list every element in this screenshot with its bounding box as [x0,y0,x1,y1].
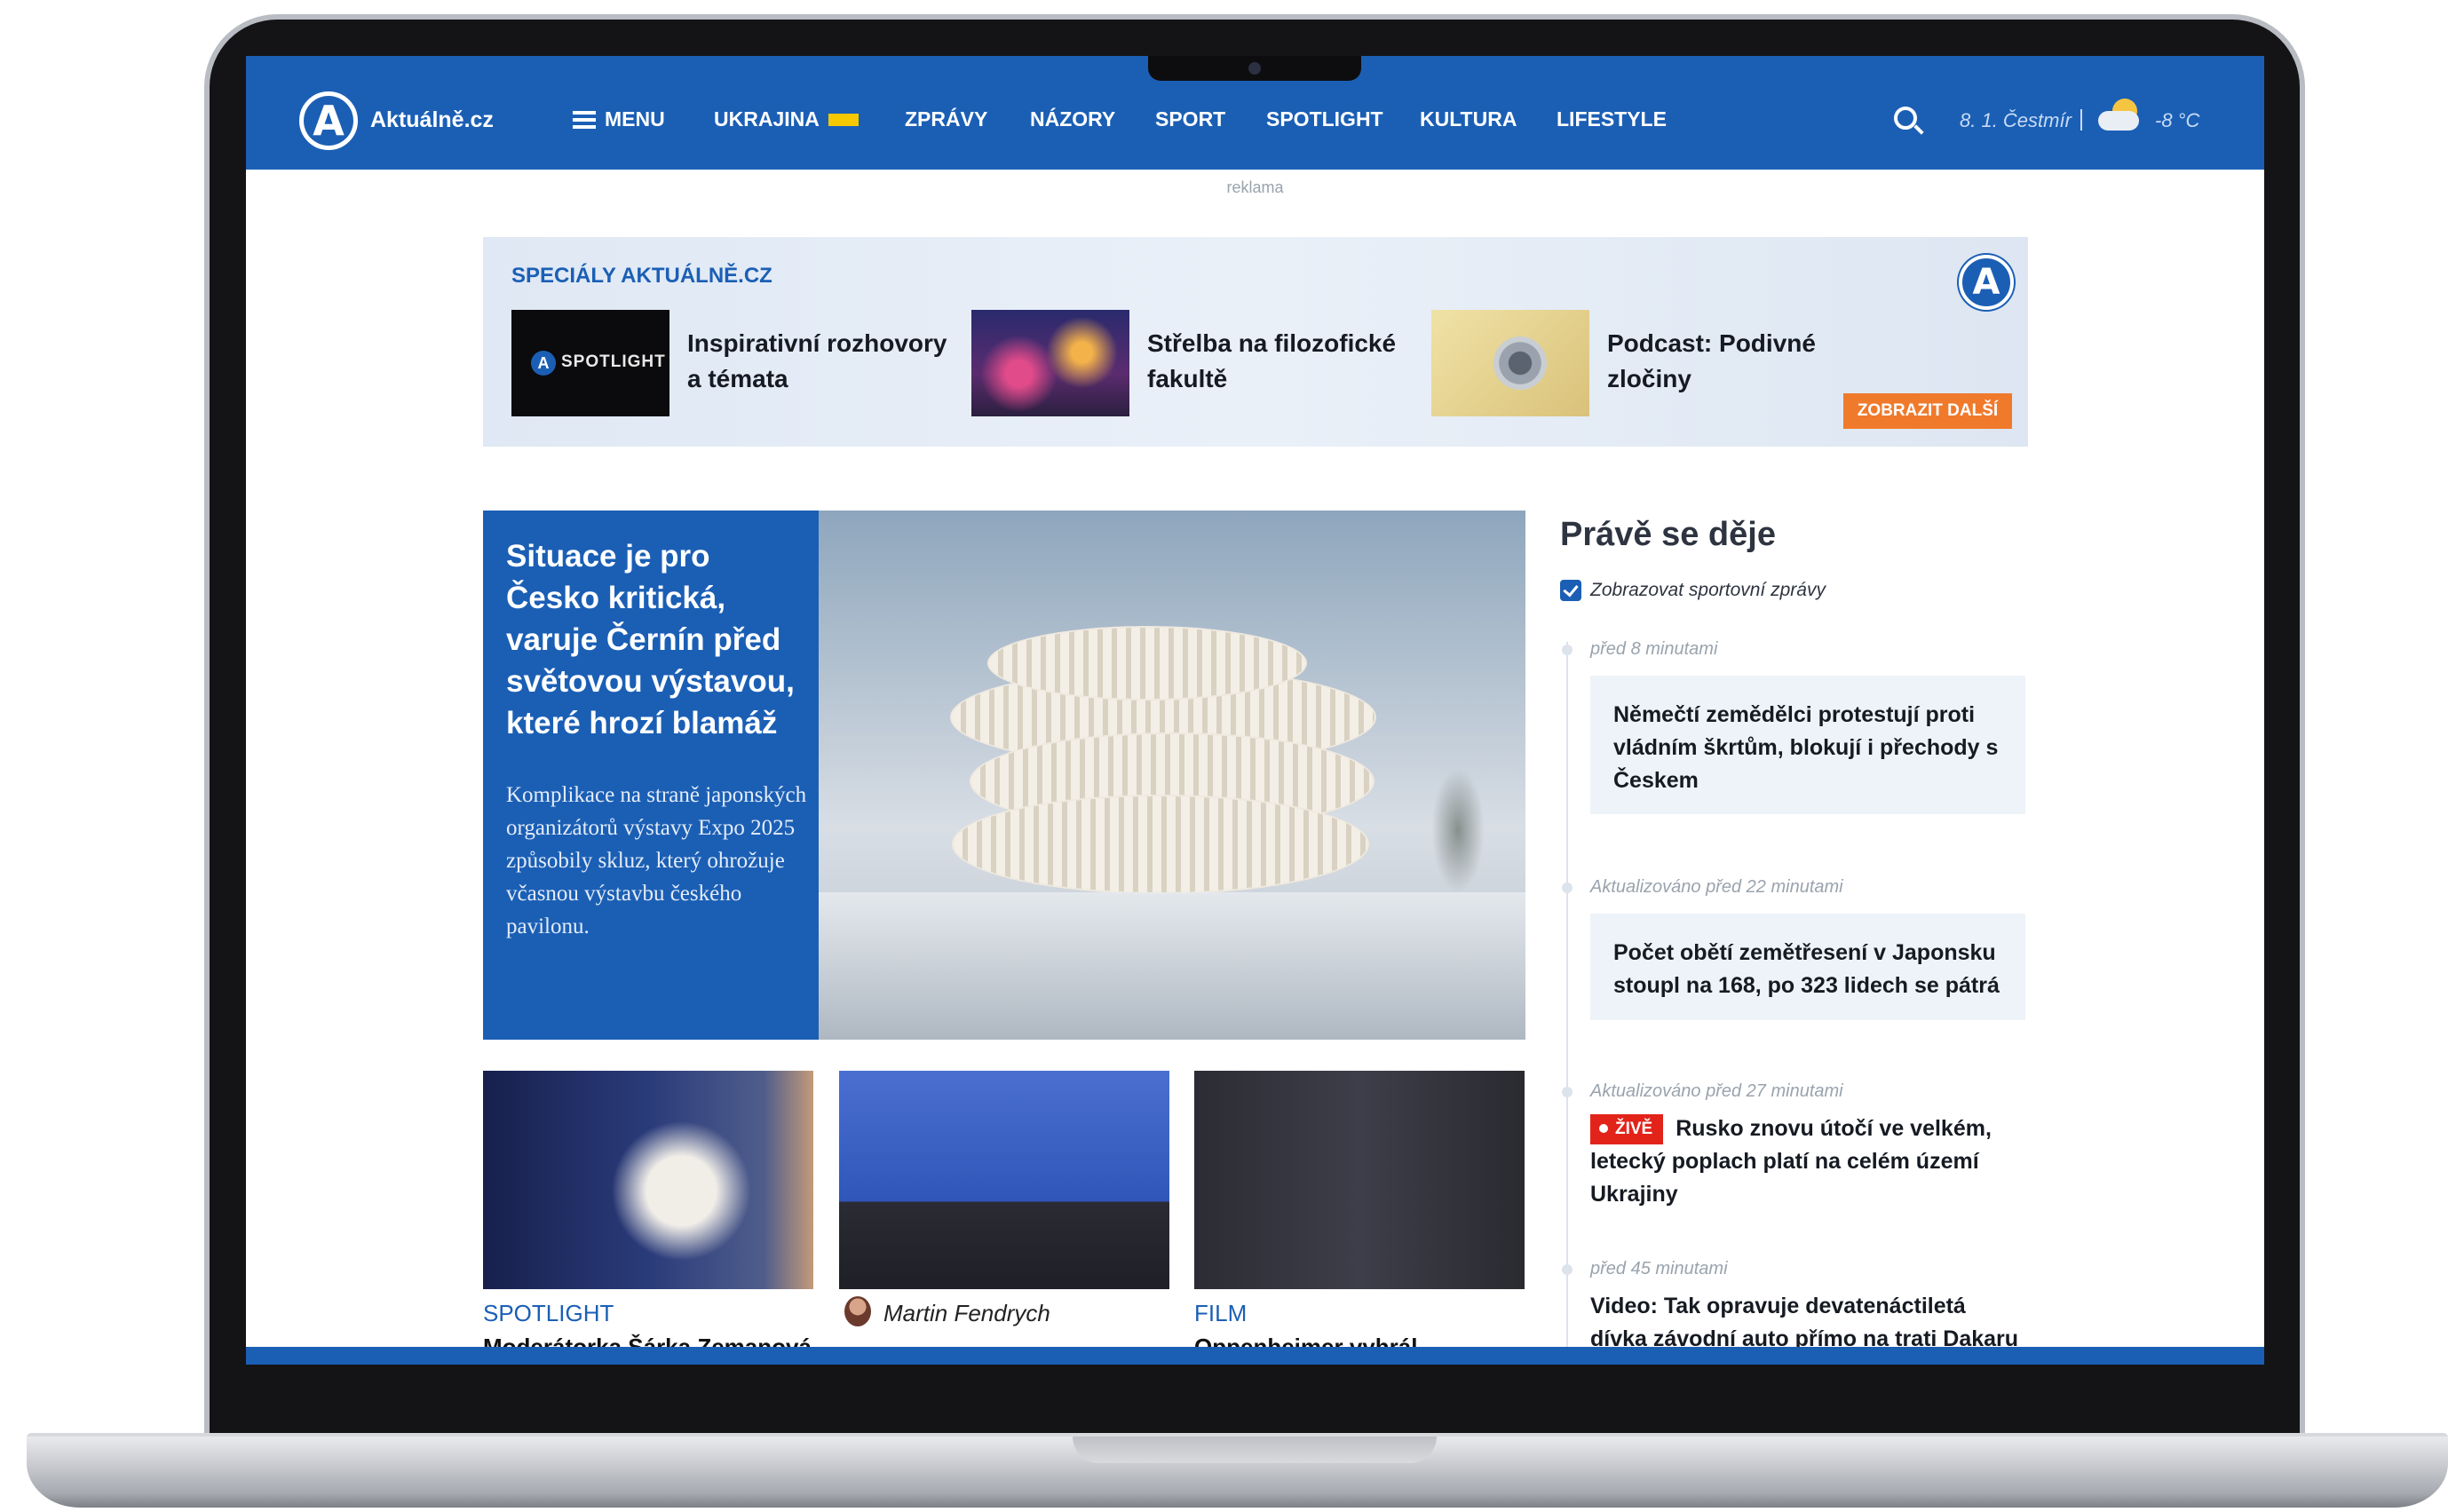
hamburger-icon [573,110,596,129]
spotlight-thumb-text: SPOTLIGHT [561,352,666,371]
nav-item-zpravy[interactable]: ZPRÁVY [905,107,987,131]
specials-box: SPECIÁLY AKTUÁLNĚ.CZ A A SPOTLIGHT Inspi… [483,237,2028,447]
feed-dot [1562,883,1573,893]
article-card[interactable]: Martin Fendrych [839,1071,1169,1326]
specials-title: SPECIÁLY AKTUÁLNĚ.CZ [511,264,772,288]
spotlight-logo-icon: A [531,351,556,376]
hero-image[interactable] [819,511,1525,1040]
live-label: ŽIVĚ [1615,1120,1653,1138]
card-image[interactable] [839,1071,1169,1289]
hero-title[interactable]: Situace je pro Česko kritická, varuje Če… [506,535,808,744]
feed-item-text[interactable]: Video: Tak opravuje devatenáctiletá dívk… [1590,1294,2018,1351]
author-avatar [844,1296,871,1326]
nav-item-lifestyle[interactable]: LIFESTYLE [1557,107,1667,131]
camera-lens-icon [1493,336,1547,390]
feed-dot [1562,645,1573,655]
hero-text-panel: Situace je pro Česko kritická, varuje Če… [483,511,819,1040]
site-logo-text[interactable]: Aktuálně.cz [370,107,494,133]
feed-time: před 45 minutami [1590,1259,1728,1278]
fog-reflection [819,892,1525,1040]
special-title: Inspirativní rozhovory a témata [687,329,947,392]
feed-item-text[interactable]: Počet obětí zemětřesení v Japonsku stoup… [1613,937,2013,1002]
site-logo-icon[interactable]: A [299,91,358,150]
date-nameday: 8. 1. Čestmír [1960,109,2072,131]
feed-item-text[interactable]: Němečtí zemědělci protestují proti vládn… [1613,699,2013,797]
nav-item-sport[interactable]: SPORT [1155,107,1225,131]
ad-label: reklama [1226,178,1284,196]
nav-separator [2080,109,2082,131]
hero-perex: Komplikace na straně japonských organizá… [506,783,807,938]
ukraine-flag-icon [828,113,859,126]
screen: A Aktuálně.cz MENU UKRAJINA ZPRÁVY NÁZOR… [246,56,2264,1365]
sport-news-checkbox-label[interactable]: Zobrazovat sportovní zprávy [1590,580,1826,601]
feed-time: před 8 minutami [1590,639,1718,659]
logo-letter: A [304,96,353,146]
feed-timeline [1566,642,1568,1365]
special-thumb [1431,310,1589,416]
bottom-bar [246,1347,2264,1365]
feed-item[interactable]: Počet obětí zemětřesení v Japonsku stoup… [1590,914,2025,1020]
nav-item-nazory[interactable]: NÁZORY [1030,107,1115,131]
live-badge: ŽIVĚ [1590,1114,1664,1144]
camera-icon [1248,62,1261,75]
special-thumb [971,310,1129,416]
feed-dot [1562,1264,1573,1275]
article-card[interactable]: SPOTLIGHT Moderátorka Šárka Zemanová [483,1071,813,1360]
nav-item-label: UKRAJINA [714,107,820,131]
feed-item[interactable]: Video: Tak opravuje devatenáctiletá dívk… [1590,1290,2025,1356]
pavilion-tier [952,795,1369,894]
temperature: -8 °C [2155,109,2200,131]
feed-dot [1562,1087,1573,1097]
search-icon[interactable] [1894,107,1917,130]
feed-item[interactable]: Němečtí zemědělci protestují proti vládn… [1590,676,2025,814]
special-title: Podcast: Podivné zločiny [1607,329,1816,392]
card-category[interactable]: FILM [1194,1300,1247,1327]
menu-button[interactable]: MENU [573,107,665,131]
feed-title: Právě se děje [1560,516,1776,553]
laptop-thumb-notch [1073,1437,1437,1463]
cloud-shape [2098,111,2139,131]
article-card[interactable]: FILM Oppenheimer vyhrál... [1194,1071,1525,1360]
hero-article[interactable]: Situace je pro Česko kritická, varuje Če… [483,511,1525,1040]
card-author[interactable]: Martin Fendrych [883,1300,1050,1327]
nav-item-spotlight[interactable]: SPOTLIGHT [1266,107,1383,131]
menu-label: MENU [605,107,665,131]
special-thumb: A SPOTLIGHT [511,310,669,416]
nav-item-ukrajina[interactable]: UKRAJINA [714,107,859,131]
pavilion-tier [987,626,1307,701]
specials-logo-icon: A [1959,255,2014,310]
show-more-button[interactable]: ZOBRAZIT DALŠÍ [1843,393,2012,429]
feed-time: Aktualizováno před 27 minutami [1590,1081,1843,1101]
special-title: Střelba na filozofické fakultě [1147,329,1397,392]
feed-time: Aktualizováno před 22 minutami [1590,877,1843,897]
live-dot-icon [1599,1124,1608,1133]
card-image[interactable] [483,1071,813,1289]
tree-shape [1431,768,1485,892]
weather-partly-cloudy-icon [2098,99,2143,134]
sport-news-checkbox[interactable] [1560,580,1581,601]
card-category[interactable]: SPOTLIGHT [483,1300,614,1327]
feed-item[interactable]: ŽIVĚ Rusko znovu útočí ve velkém, letecký… [1590,1112,2025,1211]
nav-item-kultura[interactable]: KULTURA [1420,107,1517,131]
card-image[interactable] [1194,1071,1525,1289]
